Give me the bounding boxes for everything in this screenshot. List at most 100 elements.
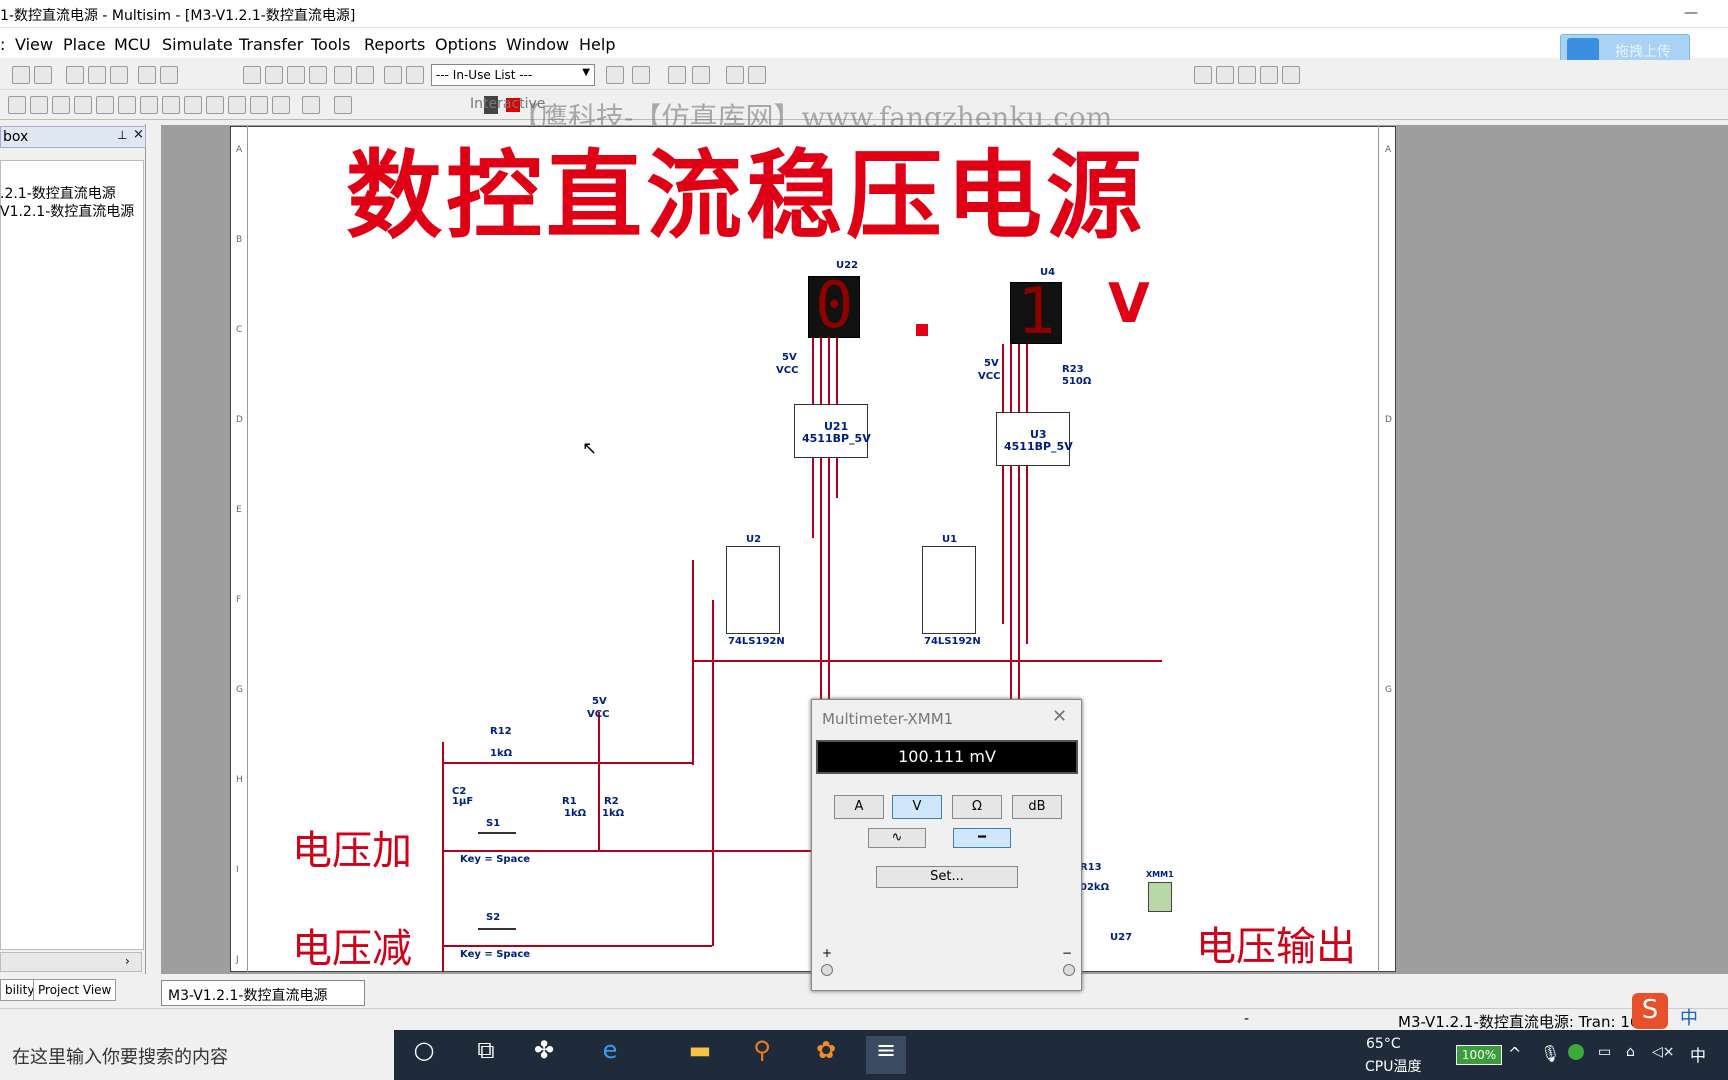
- menu-place[interactable]: Place: [63, 35, 106, 54]
- find-icon[interactable]: [726, 66, 744, 84]
- menu-simulate[interactable]: Simulate: [162, 35, 233, 54]
- undo-icon[interactable]: [138, 66, 156, 84]
- menu-transfer[interactable]: Transfer: [239, 35, 303, 54]
- menu-help[interactable]: Help: [579, 35, 615, 54]
- chevron-right-icon[interactable]: ›: [125, 954, 130, 968]
- grapher-icon[interactable]: [243, 66, 261, 84]
- fan-app-icon[interactable]: ✤: [524, 1036, 564, 1074]
- search-app-icon[interactable]: ⚲: [742, 1036, 782, 1074]
- help-icon[interactable]: [748, 66, 766, 84]
- rf-component-icon[interactable]: [272, 96, 290, 114]
- postprocessor-icon[interactable]: [309, 66, 327, 84]
- cut-icon[interactable]: [66, 66, 84, 84]
- zoom-in-icon[interactable]: [1194, 66, 1212, 84]
- bus-icon[interactable]: [302, 96, 320, 114]
- run-options-icon[interactable]: [632, 66, 650, 84]
- pin-icon[interactable]: ⊥: [117, 128, 127, 142]
- switch-s1[interactable]: [478, 832, 516, 834]
- zoom-area-icon[interactable]: [1238, 66, 1256, 84]
- mixed-component-icon[interactable]: [184, 96, 202, 114]
- diode-component-icon[interactable]: [52, 96, 70, 114]
- full-screen-icon[interactable]: [1282, 66, 1300, 84]
- analog-component-icon[interactable]: [96, 96, 114, 114]
- file-explorer-icon[interactable]: ▬: [680, 1036, 720, 1074]
- sogou-ime-icon[interactable]: S: [1632, 993, 1668, 1029]
- ttl-component-icon[interactable]: [118, 96, 136, 114]
- ime-mode-label[interactable]: 中: [1680, 1004, 1698, 1030]
- task-view-icon[interactable]: ⧉: [466, 1036, 506, 1074]
- database-icon[interactable]: [287, 66, 305, 84]
- plus-terminal[interactable]: [821, 964, 833, 976]
- indicator-component-icon[interactable]: [206, 96, 224, 114]
- seven-segment-u4[interactable]: 1: [1010, 275, 1062, 349]
- print-preview-icon[interactable]: [34, 66, 52, 84]
- tree-item-design[interactable]: V1.2.1-数控直流电源: [0, 201, 134, 221]
- forward-annotate-icon[interactable]: [406, 66, 424, 84]
- menu-options[interactable]: Options: [435, 35, 497, 54]
- multisim-app-icon[interactable]: ≡: [866, 1036, 906, 1074]
- zoom-out-icon[interactable]: [1216, 66, 1234, 84]
- status-dash: -: [1244, 1011, 1250, 1027]
- horizontal-scrollbar[interactable]: ›: [0, 952, 142, 972]
- cortana-icon[interactable]: ○: [404, 1036, 444, 1074]
- menu-mcu[interactable]: MCU: [114, 35, 151, 54]
- chevron-up-icon[interactable]: ^: [1508, 1044, 1521, 1063]
- set-button[interactable]: Set...: [876, 866, 1018, 888]
- mode-ammeter-button[interactable]: A: [834, 795, 884, 819]
- microphone-icon[interactable]: 🎙: [1540, 1044, 1560, 1063]
- mode-ohmmeter-button[interactable]: Ω: [952, 795, 1002, 819]
- zoom-sheet-icon[interactable]: [1260, 66, 1278, 84]
- seven-segment-u22[interactable]: 0: [808, 269, 860, 343]
- dc-button[interactable]: ━: [953, 828, 1011, 848]
- misc-digital-icon[interactable]: [162, 96, 180, 114]
- power-component-icon[interactable]: [228, 96, 246, 114]
- volume-icon[interactable]: ◁×: [1652, 1044, 1675, 1060]
- transistor-component-icon[interactable]: [74, 96, 92, 114]
- colorful-app-icon[interactable]: ✿: [806, 1036, 846, 1074]
- in-use-list-dropdown[interactable]: --- In-Use List --- ▼: [431, 64, 595, 86]
- taskbar-ime-label[interactable]: 中: [1690, 1042, 1706, 1066]
- transfer-icon[interactable]: [692, 66, 710, 84]
- menu-window[interactable]: Window: [506, 35, 569, 54]
- mode-voltmeter-button[interactable]: V: [892, 795, 942, 819]
- erc-icon[interactable]: [334, 66, 352, 84]
- switch-s2[interactable]: [478, 928, 516, 930]
- minimize-button[interactable]: —: [1668, 0, 1714, 28]
- menu-reports[interactable]: Reports: [364, 35, 425, 54]
- export-icon[interactable]: [668, 66, 686, 84]
- minus-terminal[interactable]: [1063, 964, 1075, 976]
- misc-component-icon[interactable]: [250, 96, 268, 114]
- copy-icon[interactable]: [88, 66, 106, 84]
- chip-u1[interactable]: [922, 546, 976, 634]
- taskbar-search-box[interactable]: 在这里输入你要搜索的内容: [0, 1030, 394, 1080]
- battery-indicator[interactable]: 100%: [1456, 1045, 1502, 1065]
- mode-db-button[interactable]: dB: [1012, 795, 1062, 819]
- breadboard-icon[interactable]: [356, 66, 374, 84]
- design-tab[interactable]: M3-V1.2.1-数控直流电源: [161, 980, 365, 1006]
- close-icon[interactable]: ×: [133, 127, 144, 142]
- menu-view[interactable]: View: [15, 35, 53, 54]
- cmos-component-icon[interactable]: [140, 96, 158, 114]
- tab-project-view[interactable]: Project View: [33, 979, 117, 1001]
- internet-explorer-icon[interactable]: e: [590, 1036, 630, 1074]
- probe-icon[interactable]: [606, 66, 624, 84]
- multimeter-window[interactable]: Multimeter-XMM1 ✕ 100.111 mV A V Ω dB ∿ …: [811, 699, 1082, 991]
- network-icon[interactable]: ⌂: [1626, 1044, 1635, 1060]
- green-plus-icon[interactable]: [1568, 1044, 1584, 1060]
- back-annotate-icon[interactable]: [384, 66, 402, 84]
- basic-component-icon[interactable]: [30, 96, 48, 114]
- menu-tools[interactable]: Tools: [311, 35, 350, 54]
- hierarchy-icon[interactable]: [334, 96, 352, 114]
- multimeter-icon[interactable]: [1148, 882, 1172, 912]
- spreadsheet-icon[interactable]: [265, 66, 283, 84]
- drive-icon[interactable]: ▭: [1598, 1044, 1611, 1060]
- close-icon[interactable]: ✕: [1052, 706, 1067, 727]
- paste-icon[interactable]: [110, 66, 128, 84]
- print-icon[interactable]: [12, 66, 30, 84]
- source-component-icon[interactable]: [8, 96, 26, 114]
- cpu-temp-value: 65°C: [1366, 1036, 1401, 1052]
- ac-button[interactable]: ∿: [868, 828, 926, 848]
- redo-icon[interactable]: [160, 66, 178, 84]
- tree-item-project[interactable]: .2.1-数控直流电源: [0, 183, 116, 203]
- chip-u2[interactable]: [726, 546, 780, 634]
